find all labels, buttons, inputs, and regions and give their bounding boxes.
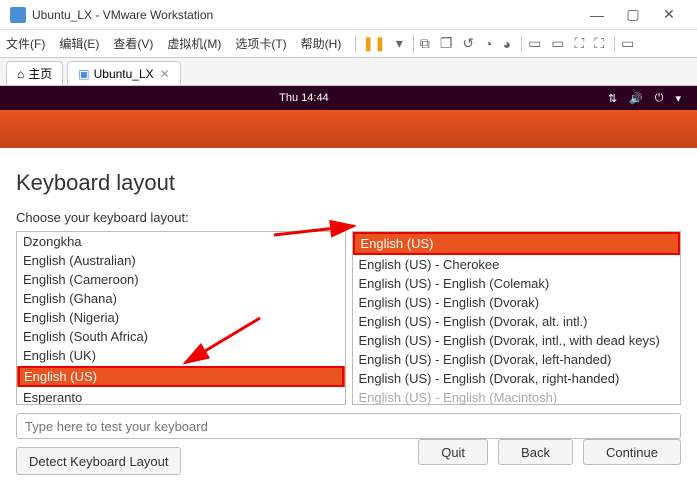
keyboard-test-input[interactable] — [16, 413, 681, 439]
list-item[interactable]: English (US) - English (Dvorak) — [353, 293, 681, 312]
menu-separator — [521, 35, 522, 53]
list-item[interactable]: English (US) - English (Dvorak, right-ha… — [353, 369, 681, 388]
continue-button[interactable]: Continue — [583, 439, 681, 465]
layout-language-list[interactable]: DzongkhaEnglish (Australian)English (Cam… — [16, 231, 346, 405]
menu-tabs[interactable]: 选项卡(T) — [235, 35, 286, 52]
list-item[interactable]: English (US) - English (Dvorak, intl., w… — [353, 331, 681, 350]
view2-icon[interactable]: ▭ — [551, 35, 564, 52]
menu-file[interactable]: 文件(F) — [6, 35, 45, 52]
list-item[interactable]: English (US) - English (Dvorak, left-han… — [353, 350, 681, 369]
snapshot-icon[interactable]: ⧉ — [420, 35, 430, 52]
ubuntu-topbar: Thu 14:44 ⇅ 🔊 ⏻ ▾ — [0, 86, 697, 110]
list-item[interactable]: English (Cameroon) — [17, 270, 345, 289]
tab-vm[interactable]: ▣ Ubuntu_LX ✕ — [67, 61, 180, 85]
view1-icon[interactable]: ▭ — [528, 35, 541, 52]
snapshot-mgr-icon[interactable]: ❐ — [440, 35, 453, 52]
list-item[interactable]: English (Australian) — [17, 251, 345, 270]
home-icon: ⌂ — [17, 67, 24, 81]
quit-button[interactable]: Quit — [418, 439, 488, 465]
detect-layout-button[interactable]: Detect Keyboard Layout — [16, 447, 181, 475]
list-item[interactable]: English (Ghana) — [17, 289, 345, 308]
vmware-logo-icon — [10, 7, 26, 23]
vmware-tabbar: ⌂ 主页 ▣ Ubuntu_LX ✕ — [0, 58, 697, 86]
clock2-icon[interactable]: ◕ — [503, 36, 511, 52]
power-icon[interactable]: ⏻ — [655, 92, 664, 105]
back-button[interactable]: Back — [498, 439, 573, 465]
revert-icon[interactable]: ↺ — [462, 35, 474, 52]
close-icon[interactable]: ✕ — [160, 67, 170, 81]
ubuntu-installer: Thu 14:44 ⇅ 🔊 ⏻ ▾ Keyboard layout Choose… — [0, 86, 697, 475]
dropdown-icon[interactable]: ▾ — [396, 35, 403, 52]
vmware-menubar: 文件(F) 编辑(E) 查看(V) 虚拟机(M) 选项卡(T) 帮助(H) ❚❚… — [0, 30, 697, 58]
chevron-down-icon[interactable]: ▾ — [675, 92, 681, 105]
list-item[interactable]: English (US) — [353, 232, 681, 255]
list-item[interactable]: English (UK) — [17, 346, 345, 365]
clock-icon[interactable]: ◔ — [484, 36, 492, 52]
footer-buttons: Quit Back Continue — [418, 439, 681, 465]
window-close-button[interactable]: ✕ — [651, 6, 687, 23]
list-item[interactable]: English (US) - Cherokee — [353, 255, 681, 274]
fullscreen-icon[interactable]: ⛶ — [594, 35, 604, 52]
window-title: Ubuntu_LX - VMware Workstation — [32, 8, 213, 22]
menu-edit[interactable]: 编辑(E) — [59, 35, 99, 52]
list-item[interactable]: English (US) - English (Macintosh) — [353, 388, 681, 405]
unity-icon[interactable]: ⛶ — [575, 35, 585, 52]
list-item[interactable]: English (US) — [17, 366, 345, 387]
menu-separator — [355, 35, 356, 53]
tab-home[interactable]: ⌂ 主页 — [6, 61, 63, 85]
window-maximize-button[interactable]: ▢ — [615, 6, 651, 23]
vm-icon: ▣ — [78, 67, 89, 81]
list-item[interactable]: Esperanto — [17, 388, 345, 405]
list-item[interactable]: English (South Africa) — [17, 327, 345, 346]
list-item[interactable]: English (Nigeria) — [17, 308, 345, 327]
list-item[interactable]: English (US) - English (Colemak) — [353, 274, 681, 293]
ubuntu-orange-band — [0, 110, 697, 148]
page-title: Keyboard layout — [0, 148, 697, 210]
tab-home-label: 主页 — [28, 65, 52, 82]
menu-help[interactable]: 帮助(H) — [301, 35, 342, 52]
list-item[interactable]: English (US) - English (Dvorak, alt. int… — [353, 312, 681, 331]
menu-separator — [413, 35, 414, 53]
menu-separator — [614, 35, 615, 53]
sound-icon[interactable]: 🔊 — [629, 92, 643, 105]
list-item[interactable]: Dzongkha — [17, 232, 345, 251]
window-minimize-button[interactable]: — — [579, 7, 615, 23]
vmware-titlebar: Ubuntu_LX - VMware Workstation — ▢ ✕ — [0, 0, 697, 30]
layout-variant-list[interactable]: English (US)English (US) - CherokeeEngli… — [352, 231, 682, 405]
console-icon[interactable]: ▭ — [621, 35, 634, 52]
menu-vm[interactable]: 虚拟机(M) — [167, 35, 221, 52]
tab-vm-label: Ubuntu_LX — [94, 67, 154, 81]
pause-icon[interactable]: ❚❚ — [362, 35, 385, 52]
ubuntu-clock: Thu 14:44 — [0, 92, 608, 104]
choose-label: Choose your keyboard layout: — [16, 210, 681, 225]
network-icon[interactable]: ⇅ — [608, 92, 617, 105]
menu-view[interactable]: 查看(V) — [113, 35, 153, 52]
